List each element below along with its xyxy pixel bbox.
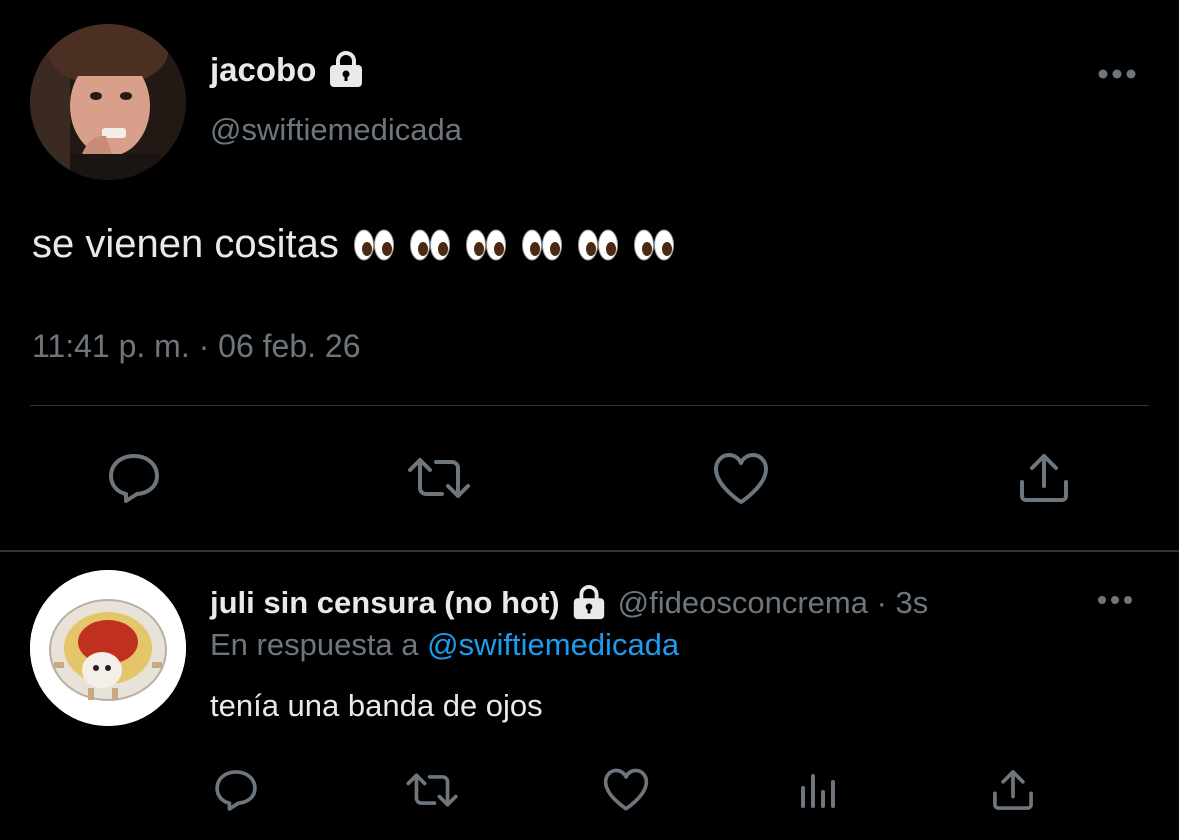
share-icon[interactable] <box>990 768 1036 812</box>
reply-age[interactable]: 3s <box>896 585 929 620</box>
reply-author-avatar[interactable] <box>30 570 186 726</box>
lock-icon <box>570 584 608 622</box>
eyes-emoji-icon <box>521 227 563 263</box>
eyes-emoji-row <box>353 227 675 263</box>
tweet-text: se vienen cositas <box>32 222 675 267</box>
reply-author-handle[interactable]: @fideosconcrema <box>618 585 868 620</box>
retweet-icon[interactable] <box>406 452 472 504</box>
author-name[interactable]: jacobo <box>210 51 316 89</box>
tweet-timestamp[interactable]: 11:41 p. m. · 06 feb. 26 <box>32 328 361 365</box>
retweet-icon[interactable] <box>405 768 459 812</box>
more-options-icon[interactable] <box>1097 590 1133 610</box>
divider <box>30 405 1149 406</box>
more-options-icon[interactable] <box>1097 62 1137 86</box>
reply-header: juli sin censura (no hot) @fideosconcrem… <box>210 584 928 622</box>
analytics-icon[interactable] <box>798 770 838 810</box>
reply-icon[interactable] <box>106 452 162 504</box>
like-icon[interactable] <box>712 452 770 506</box>
reply-icon[interactable] <box>213 768 259 812</box>
eyes-emoji-icon <box>353 227 395 263</box>
eyes-emoji-icon <box>633 227 675 263</box>
share-icon[interactable] <box>1016 452 1072 504</box>
avatar-photo <box>30 24 186 180</box>
like-icon[interactable] <box>602 768 650 812</box>
reply-author-name[interactable]: juli sin censura (no hot) <box>210 585 560 621</box>
reply-context-prefix: En respuesta a <box>210 627 419 662</box>
avatar-photo <box>30 570 186 726</box>
reply-context-mention[interactable]: @swiftiemedicada <box>427 627 679 662</box>
lock-icon <box>326 50 366 90</box>
eyes-emoji-icon <box>465 227 507 263</box>
reply-meta: @fideosconcrema · 3s <box>618 585 929 621</box>
author-avatar[interactable] <box>30 24 186 180</box>
eyes-emoji-icon <box>409 227 451 263</box>
author-name-row[interactable]: jacobo <box>210 50 366 90</box>
reply-text: tenía una banda de ojos <box>210 688 543 723</box>
eyes-emoji-icon <box>577 227 619 263</box>
author-handle[interactable]: @swiftiemedicada <box>210 112 462 148</box>
divider <box>0 550 1179 552</box>
meta-separator: · <box>876 585 887 620</box>
reply-context: En respuesta a @swiftiemedicada <box>210 627 679 663</box>
tweet-text-content: se vienen cositas <box>32 222 339 266</box>
